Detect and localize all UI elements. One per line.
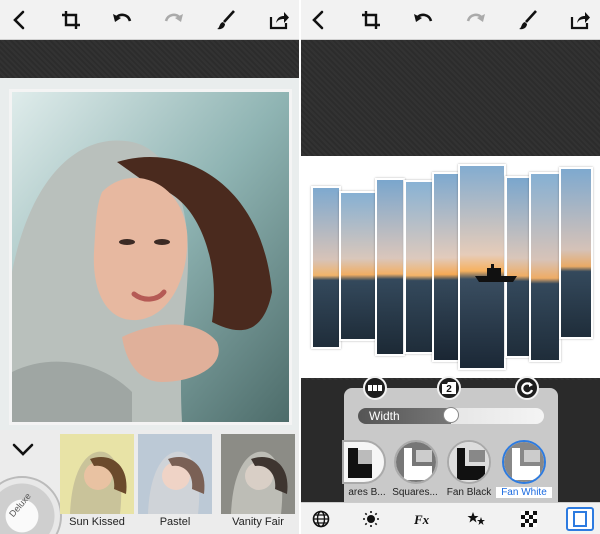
- filter-thumb-vanity-fair[interactable]: [221, 434, 295, 514]
- globe-icon[interactable]: [309, 507, 333, 531]
- filter-label-pastel[interactable]: Pastel: [133, 516, 217, 528]
- filter-label-sun-kissed[interactable]: Sun Kissed: [55, 516, 139, 528]
- crop-icon[interactable]: [355, 4, 387, 36]
- share-icon[interactable]: [564, 4, 596, 36]
- style-thumb-fan-white[interactable]: [502, 440, 546, 484]
- deluxe-dial-label: Deluxe: [7, 491, 33, 519]
- brightness-icon[interactable]: [359, 507, 383, 531]
- redo-icon[interactable]: [158, 4, 190, 36]
- top-toolbar: [0, 0, 299, 40]
- editor-screen-left: Deluxe Sun Kissed Pastel Vanity Fair: [0, 0, 299, 534]
- collage-strip: [375, 178, 405, 356]
- back-icon[interactable]: [303, 4, 335, 36]
- frame-icon[interactable]: [566, 507, 594, 531]
- collage-strip: [432, 172, 460, 362]
- collage-strip: [559, 167, 593, 339]
- filter-thumb-sun-kissed[interactable]: [60, 434, 134, 514]
- brush-icon[interactable]: [512, 4, 544, 36]
- top-toolbar: [301, 0, 600, 40]
- fx-icon[interactable]: Fx: [411, 507, 435, 531]
- collage-strip: [311, 186, 341, 349]
- svg-text:Fx: Fx: [413, 512, 430, 527]
- stars-icon[interactable]: [465, 507, 489, 531]
- crop-icon[interactable]: [55, 4, 87, 36]
- style-label-fan-white[interactable]: Fan White: [496, 487, 552, 498]
- bottom-toolbar: Fx: [301, 502, 600, 534]
- checker-icon[interactable]: [517, 507, 541, 531]
- count-badge-value: 2: [446, 384, 452, 395]
- style-thumb-fan-black[interactable]: [447, 440, 491, 484]
- width-slider-knob[interactable]: [443, 407, 459, 423]
- portrait-image: [12, 92, 289, 422]
- filter-label-vanity-fair[interactable]: Vanity Fair: [216, 516, 299, 528]
- style-thumb-squares-white[interactable]: [394, 440, 438, 484]
- undo-icon[interactable]: [106, 4, 138, 36]
- collage-strip: [529, 172, 561, 362]
- share-icon[interactable]: [263, 4, 295, 36]
- back-icon[interactable]: [4, 4, 36, 36]
- brush-icon[interactable]: [210, 4, 242, 36]
- filter-thumb-pastel[interactable]: [138, 434, 212, 514]
- collage-strip: [404, 180, 434, 354]
- collapse-chevron-down-icon[interactable]: [10, 440, 36, 460]
- style-label-squares-white[interactable]: Squares...: [387, 487, 443, 498]
- width-slider-label: Width: [369, 409, 400, 423]
- collage-strip: [339, 191, 377, 341]
- portrait-photo[interactable]: [9, 89, 292, 425]
- style-label-fan-black[interactable]: Fan Black: [441, 487, 497, 498]
- undo-icon[interactable]: [407, 4, 439, 36]
- rotate-icon[interactable]: [515, 376, 539, 400]
- redo-icon[interactable]: [460, 4, 492, 36]
- layout-grid-icon[interactable]: [363, 376, 387, 400]
- count-badge-icon[interactable]: 2: [437, 376, 461, 400]
- style-thumb-squares-black[interactable]: [342, 440, 386, 484]
- boat-silhouette: [475, 264, 517, 282]
- editor-screen-right: 2 Width ares B... Squares... Fan Black F…: [301, 0, 600, 534]
